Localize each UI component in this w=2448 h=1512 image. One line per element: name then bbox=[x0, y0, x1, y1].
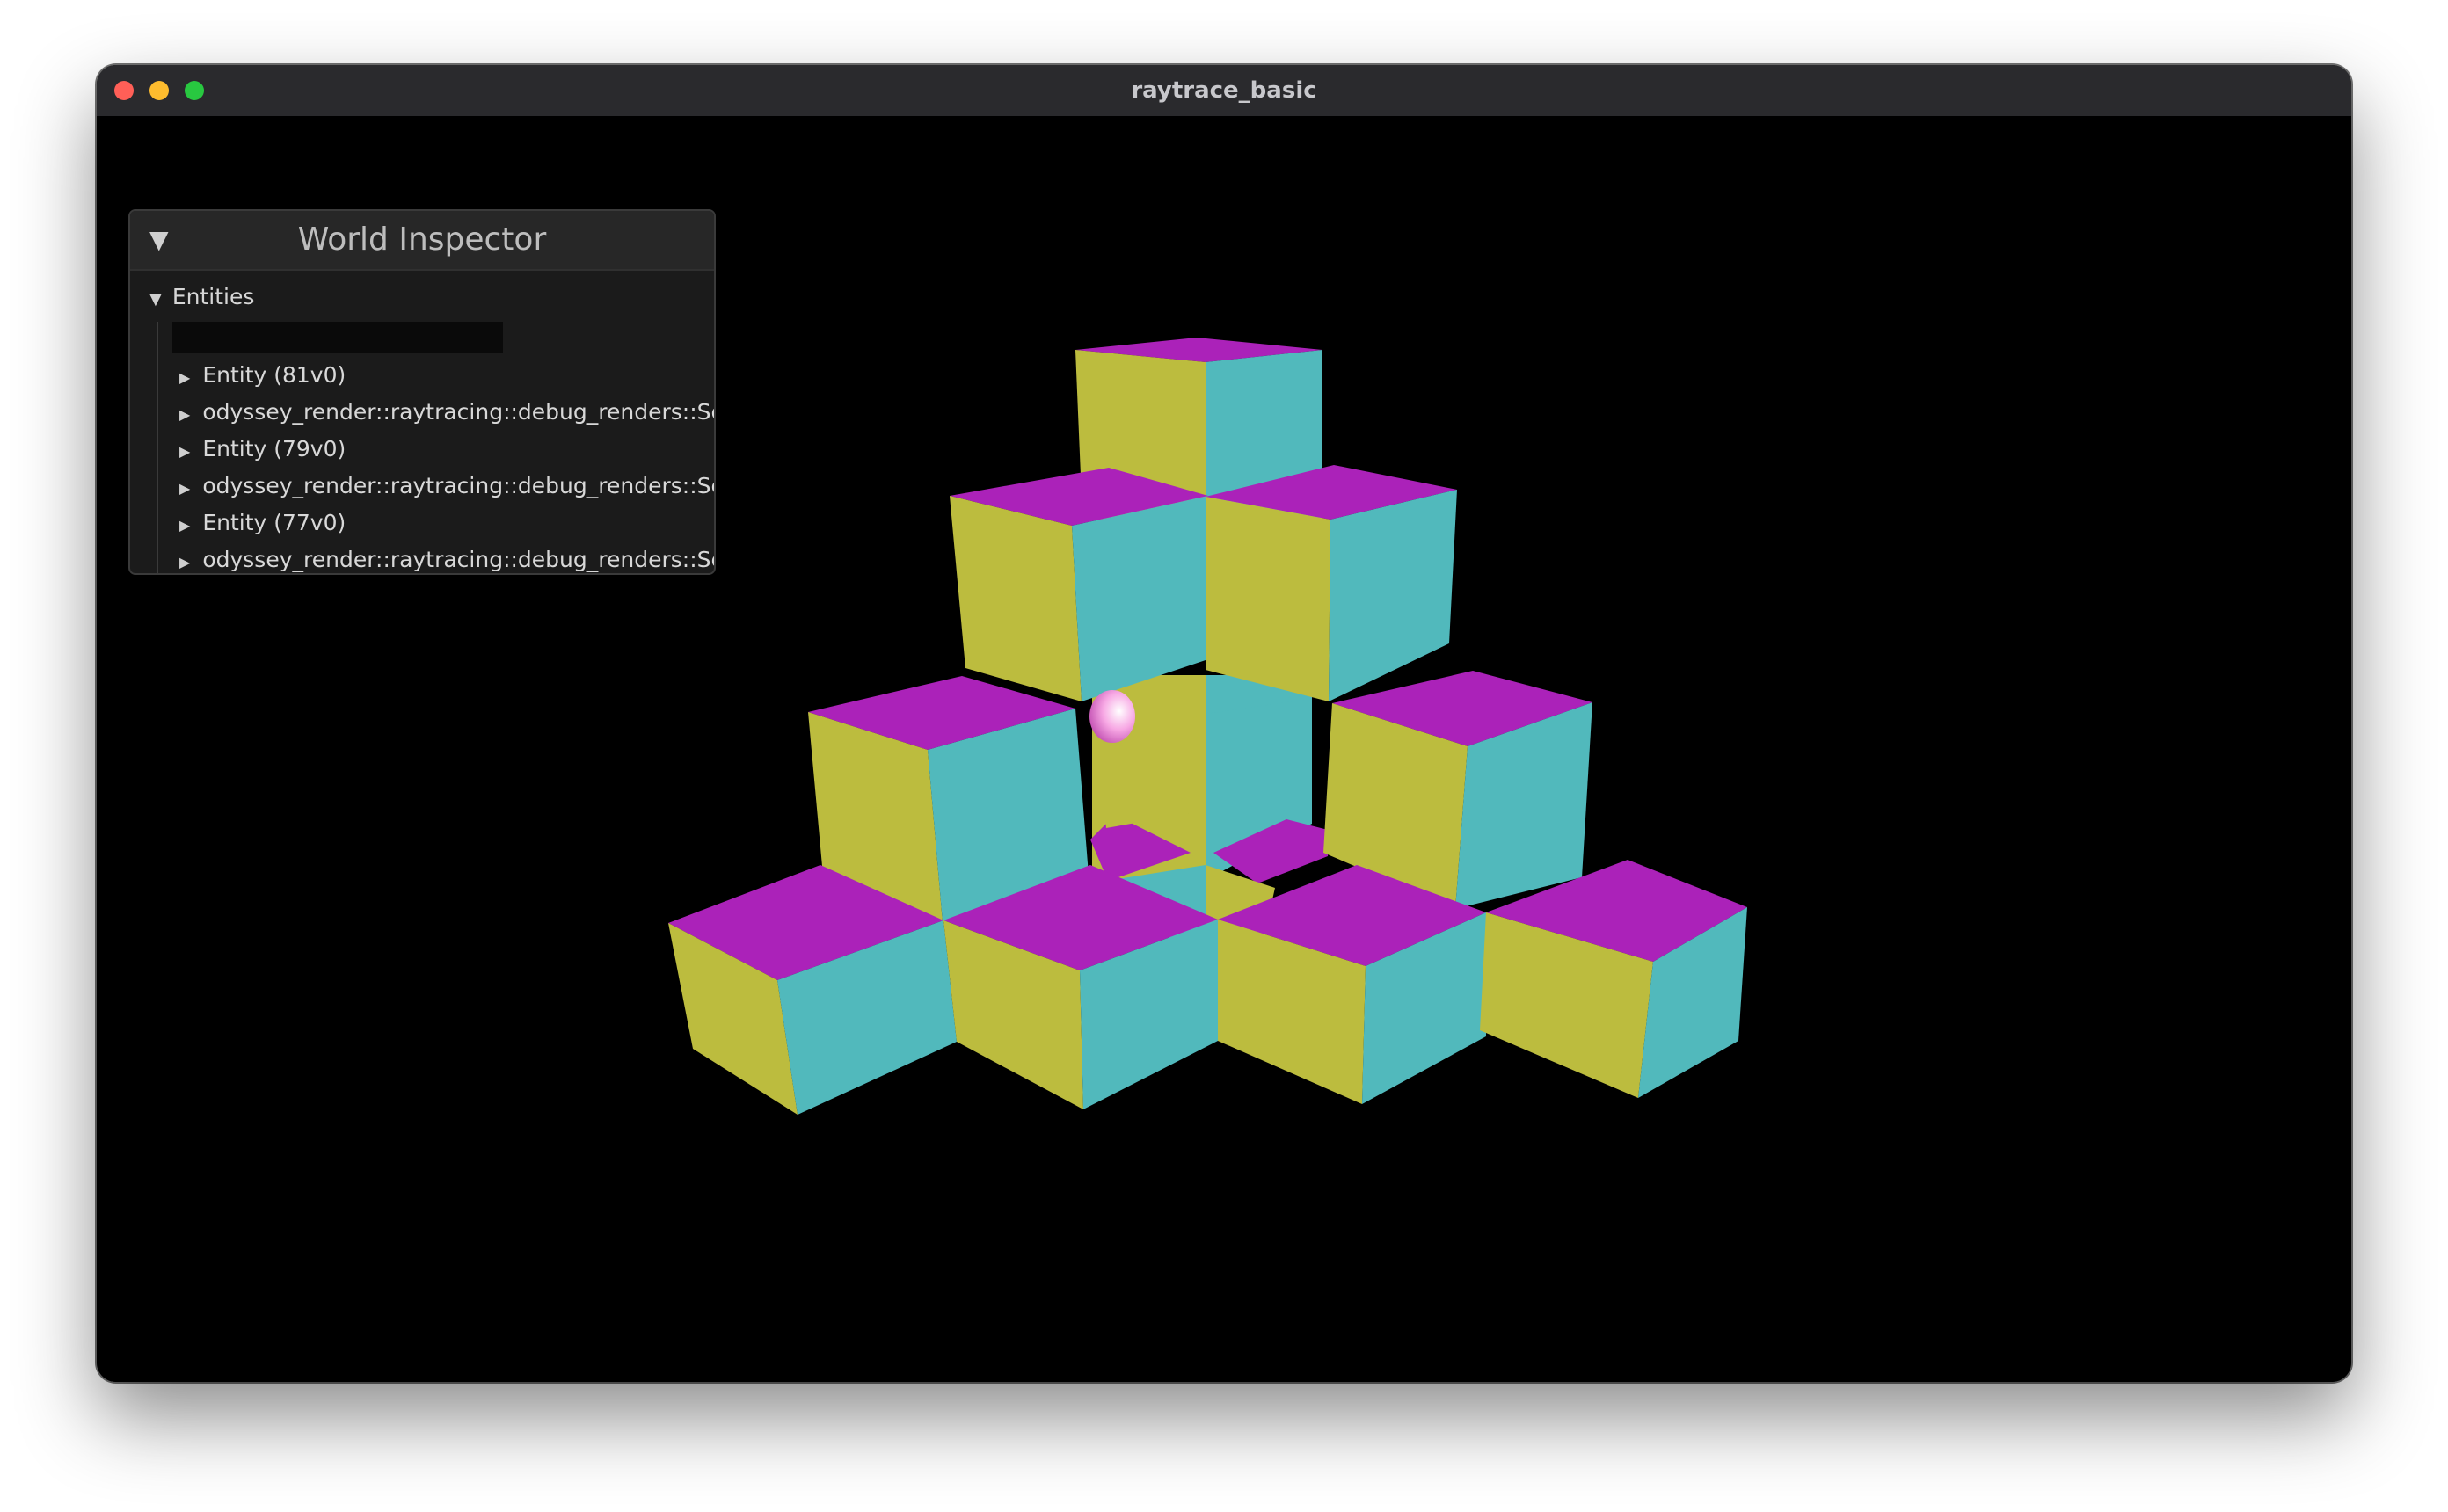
pink-sphere bbox=[1089, 690, 1135, 743]
entity-row-0[interactable]: ▶ Entity (81v0) bbox=[179, 357, 714, 394]
inspector-title: World Inspector bbox=[297, 222, 547, 258]
entity-label: odyssey_render::raytracing::debug_render… bbox=[202, 399, 714, 425]
title-bar[interactable]: raytrace_basic bbox=[97, 65, 2351, 117]
entity-search-input[interactable] bbox=[172, 322, 503, 353]
tree-guide-line bbox=[157, 322, 158, 573]
entity-row-2[interactable]: ▶ Entity (79v0) bbox=[179, 431, 714, 468]
entity-label: Entity (77v0) bbox=[202, 510, 346, 535]
cube-bottom-4 bbox=[1480, 860, 1747, 1098]
entity-label: Entity (81v0) bbox=[202, 362, 346, 388]
entities-label: Entities bbox=[171, 284, 255, 309]
entity-label: odyssey_render::raytracing::debug_render… bbox=[202, 547, 714, 572]
app-window: raytrace_basic ▼ World Inspector ▼ Entit… bbox=[97, 65, 2351, 1382]
cube-row2-right bbox=[1206, 465, 1457, 701]
caret-right-icon: ▶ bbox=[179, 517, 191, 534]
caret-right-icon: ▶ bbox=[179, 406, 191, 423]
entity-row-3[interactable]: ▶ odyssey_render::raytracing::debug_rende… bbox=[179, 468, 714, 505]
entity-label: odyssey_render::raytracing::debug_render… bbox=[202, 473, 714, 498]
entity-row-1[interactable]: ▶ odyssey_render::raytracing::debug_rende… bbox=[179, 394, 714, 431]
render-viewport[interactable]: ▼ World Inspector ▼ Entities ▶ Entity (81v… bbox=[97, 116, 2351, 1382]
entity-list: ▶ Entity (81v0) ▶ odyssey_render::raytraci… bbox=[179, 357, 714, 573]
entity-row-4[interactable]: ▶ Entity (77v0) bbox=[179, 505, 714, 542]
entity-label: Entity (79v0) bbox=[202, 436, 346, 462]
cube-row2-left bbox=[950, 468, 1208, 701]
entity-row-5[interactable]: ▶ odyssey_render::raytracing::debug_rende… bbox=[179, 542, 714, 573]
window-title: raytrace_basic bbox=[1131, 77, 1317, 104]
caret-right-icon: ▶ bbox=[179, 554, 191, 571]
caret-right-icon: ▶ bbox=[179, 369, 191, 386]
caret-right-icon: ▶ bbox=[179, 443, 191, 460]
caret-right-icon: ▶ bbox=[179, 480, 191, 497]
world-inspector-panel: ▼ World Inspector ▼ Entities ▶ Entity (81v… bbox=[128, 209, 716, 575]
caret-down-icon: ▼ bbox=[149, 290, 162, 309]
inspector-header[interactable]: ▼ World Inspector bbox=[130, 211, 714, 271]
entities-section-header[interactable]: ▼ Entities bbox=[149, 281, 254, 313]
